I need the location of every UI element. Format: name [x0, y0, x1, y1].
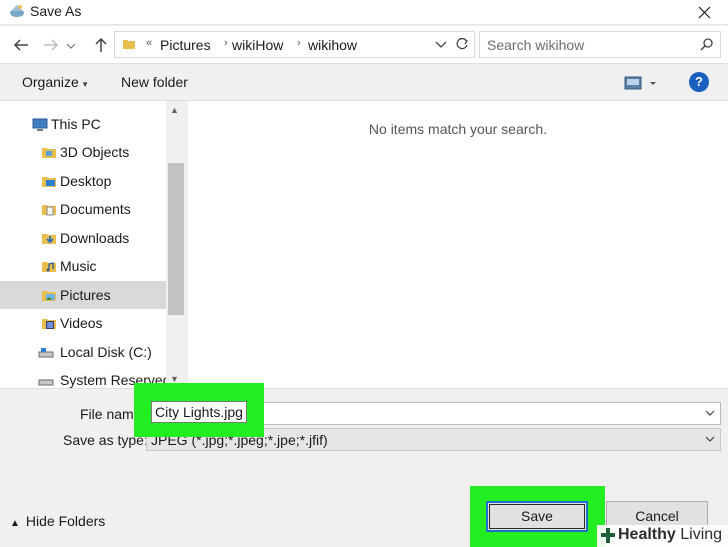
- nav-item-this-pc[interactable]: This PC: [0, 110, 166, 138]
- search-input[interactable]: Search wikihow: [479, 31, 721, 58]
- music-folder-icon: [42, 262, 56, 272]
- nav-label: Music: [60, 258, 97, 274]
- caret-up-icon: ▲: [10, 518, 20, 529]
- breadcrumb-pictures[interactable]: Pictures: [160, 37, 211, 53]
- nav-label: 3D Objects: [60, 144, 130, 160]
- downloads-folder-icon: [42, 234, 56, 244]
- refresh-icon[interactable]: [454, 36, 470, 52]
- disk-icon: [38, 348, 54, 358]
- computer-icon: [32, 118, 48, 131]
- empty-message: No items match your search.: [368, 121, 548, 137]
- plus-logo-icon: [601, 528, 615, 543]
- chevron-down-icon[interactable]: [704, 433, 716, 445]
- new-folder-button[interactable]: New folder: [121, 74, 188, 90]
- command-bar: Organize ▾ New folder ?: [0, 64, 728, 101]
- forward-arrow-icon[interactable]: [40, 35, 62, 55]
- nav-label: Documents: [60, 201, 131, 217]
- window-title: Save As: [30, 3, 82, 19]
- disk-icon: [38, 379, 54, 386]
- nav-scrollbar[interactable]: ▲ ▼: [166, 101, 186, 388]
- save-form: File nam Save as type: JPEG (*.jpg;*.jpe…: [0, 383, 728, 547]
- watermark-bold: Healthy: [618, 526, 676, 543]
- nav-item-pictures[interactable]: Pictures: [0, 281, 166, 309]
- documents-folder-icon: [42, 205, 56, 216]
- breadcrumb[interactable]: « Pictures › wikiHow › wikihow: [114, 31, 475, 58]
- nav-label: Pictures: [60, 287, 111, 303]
- nav-label: Desktop: [60, 173, 112, 189]
- chevron-down-icon[interactable]: [434, 36, 448, 52]
- file-list[interactable]: No items match your search.: [188, 101, 728, 388]
- up-arrow-icon[interactable]: [90, 35, 112, 55]
- nav-item-desktop[interactable]: Desktop: [0, 167, 166, 195]
- file-name-field[interactable]: [151, 401, 247, 423]
- nav-item-downloads[interactable]: Downloads: [0, 224, 166, 252]
- search-placeholder: Search wikihow: [487, 37, 585, 53]
- breadcrumb-wikihow-current[interactable]: wikihow: [308, 37, 357, 53]
- hide-folders-button[interactable]: ▲ Hide Folders: [10, 513, 105, 529]
- nav-item-music[interactable]: Music: [0, 252, 166, 280]
- watermark-text: Healthy Living: [618, 526, 722, 544]
- nav-label: This PC: [51, 116, 101, 132]
- chevron-right-icon[interactable]: ›: [297, 37, 301, 49]
- chevron-right-icon[interactable]: ›: [224, 37, 228, 49]
- help-icon[interactable]: ?: [689, 72, 709, 92]
- watermark: Healthy Living: [597, 525, 728, 547]
- breadcrumb-wikihow[interactable]: wikiHow: [232, 37, 283, 53]
- hide-folders-label: Hide Folders: [25, 513, 106, 529]
- organize-label: Organize: [22, 74, 79, 90]
- recent-dropdown-icon[interactable]: [64, 35, 78, 55]
- caret-down-icon: ▾: [82, 79, 88, 89]
- desktop-folder-icon: [42, 177, 56, 187]
- view-options-icon[interactable]: [623, 73, 661, 93]
- back-arrow-icon[interactable]: [10, 35, 32, 55]
- scrollbar-thumb[interactable]: [168, 163, 184, 315]
- videos-folder-icon: [42, 319, 56, 329]
- navigation-pane: This PC 3D Objects Desktop Documents Dow…: [0, 101, 186, 388]
- scroll-up-icon[interactable]: ▲: [170, 105, 179, 115]
- chevron-down-icon[interactable]: [704, 407, 716, 419]
- search-icon[interactable]: [699, 37, 714, 52]
- nav-item-3d-objects[interactable]: 3D Objects: [0, 138, 166, 166]
- nav-label: Local Disk (C:): [60, 344, 152, 360]
- nav-item-documents[interactable]: Documents: [0, 195, 166, 223]
- app-icon: [10, 5, 24, 17]
- 3d-objects-folder-icon: [42, 148, 56, 158]
- title-bar: Save As: [0, 0, 728, 25]
- breadcrumb-overflow-icon[interactable]: «: [146, 37, 152, 49]
- nav-label: Videos: [60, 315, 103, 331]
- file-name-label: File nam: [80, 406, 134, 422]
- save-button[interactable]: Save: [486, 501, 588, 532]
- folder-icon: [123, 40, 135, 49]
- nav-item-local-disk[interactable]: Local Disk (C:): [0, 338, 166, 366]
- nav-label: Downloads: [60, 230, 130, 246]
- close-icon[interactable]: [682, 0, 728, 25]
- nav-item-videos[interactable]: Videos: [0, 309, 166, 337]
- pictures-folder-icon: [42, 291, 56, 301]
- organize-button[interactable]: Organize ▾: [22, 74, 87, 90]
- watermark-thin: Living: [680, 526, 723, 543]
